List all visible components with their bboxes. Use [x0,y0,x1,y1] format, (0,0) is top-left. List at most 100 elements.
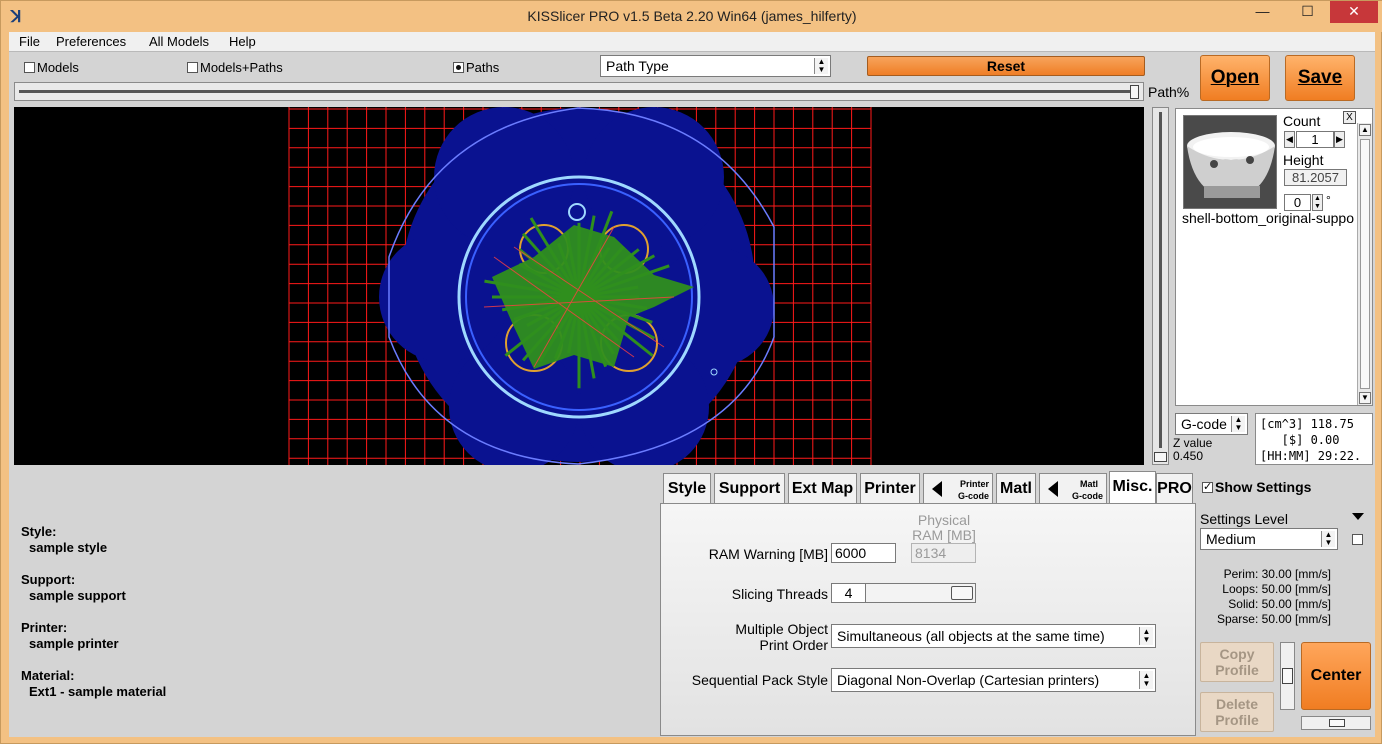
menu-help[interactable]: Help [229,34,256,49]
model-thumbnail[interactable] [1183,115,1277,209]
radio-box [24,62,35,73]
slider-thumb[interactable] [1130,85,1139,99]
copy-profile-line2: Profile [1215,662,1259,678]
print-order-select[interactable]: Simultaneous (all objects at the same ti… [831,624,1156,648]
tab-printer-gcode[interactable]: Printer G-code [923,473,993,503]
z-value-readout: Z value 0.450 [1173,437,1212,463]
path-percent-label: Path% [1148,84,1190,100]
count-field[interactable]: 1 [1296,131,1334,148]
title-bar: ꓘ KISSlicer PRO v1.5 Beta 2.20 Win64 (ja… [1,1,1382,32]
scroll-up-icon[interactable]: ▲ [1359,124,1371,136]
physical-ram-field: 8134 [911,543,976,563]
summary-material-value: Ext1 - sample material [29,684,167,699]
slicing-threads-slider[interactable] [865,583,976,603]
tab-support[interactable]: Support [714,473,785,503]
menu-preferences[interactable]: Preferences [56,34,126,49]
view-models-radio[interactable]: Models [24,60,79,75]
pack-style-value: Diagonal Non-Overlap (Cartesian printers… [837,672,1100,688]
path-percent-slider[interactable] [14,82,1144,101]
slice-preview-canvas [288,107,872,465]
tab-ext-map[interactable]: Ext Map [788,473,857,503]
slider-thumb[interactable] [1282,668,1293,684]
slider-track [19,90,1139,93]
triangle-left-icon [932,481,942,497]
save-button[interactable]: Save [1285,55,1355,101]
show-settings-label: Show Settings [1215,479,1312,495]
print-order-label-line1: Multiple Object [735,621,828,637]
physical-ram-label-line1: Physical [917,512,971,528]
rotation-field[interactable]: 0 [1284,194,1311,211]
app-window: ꓘ KISSlicer PRO v1.5 Beta 2.20 Win64 (ja… [0,0,1382,744]
delete-profile-line2: Profile [1215,712,1259,728]
updown-arrow-icon: ▲ ▼ [814,58,828,74]
tab-printer-gcode-top: Printer [959,479,989,489]
center-button[interactable]: Center [1301,642,1371,710]
show-settings-checkbox[interactable]: ✓ Show Settings [1202,479,1311,495]
rotation-spinner[interactable]: ▲ ▼ [1312,194,1323,211]
tab-printer-gcode-bottom: G-code [957,491,989,501]
z-layer-slider[interactable] [1152,107,1169,465]
tab-printer[interactable]: Printer [860,473,920,503]
client-area: File Preferences All Models Help Models … [9,32,1375,737]
print-order-value: Simultaneous (all objects at the same ti… [837,628,1105,644]
close-button[interactable]: ✕ [1330,1,1378,23]
menu-all-models[interactable]: All Models [149,34,209,49]
speed-loops: Loops: 50.00 [mm/s] [1222,582,1331,596]
height-field[interactable]: 81.2057 [1284,169,1347,186]
remove-model-button[interactable]: X [1343,111,1356,124]
tab-pro[interactable]: PRO [1156,473,1193,503]
menu-bar: File Preferences All Models Help [9,32,1375,52]
window-title: KISSlicer PRO v1.5 Beta 2.20 Win64 (jame… [527,8,857,24]
settings-level-label: Settings Level [1200,511,1288,527]
open-button[interactable]: Open [1200,55,1270,101]
slider-thumb[interactable] [1154,452,1167,462]
slider-thumb[interactable] [1329,719,1345,727]
slider-thumb[interactable] [951,586,973,600]
settings-level-checkbox[interactable] [1352,534,1363,545]
scrollbar-thumb[interactable] [1360,139,1370,389]
path-type-select[interactable]: Path Type ▲ ▼ [600,55,831,77]
reset-button[interactable]: Reset [867,56,1145,76]
view-paths-radio[interactable]: Paths [453,60,499,75]
tab-matl[interactable]: Matl [996,473,1036,503]
menu-file[interactable]: File [19,34,40,49]
profile-horizontal-slider[interactable] [1301,716,1371,730]
output-format-select[interactable]: G-code ▲ ▼ [1175,413,1248,435]
stats-cost: [$] 0.00 [1260,433,1340,447]
rotation-unit: ° [1326,193,1331,207]
pack-style-select[interactable]: Diagonal Non-Overlap (Cartesian printers… [831,668,1156,692]
slicing-threads-value[interactable]: 4 [831,583,866,603]
summary-support-label: Support: [21,572,76,587]
tab-misc[interactable]: Misc. [1109,471,1156,504]
models-scrollbar[interactable]: ▲ ▼ [1357,123,1372,405]
model-name[interactable]: shell-bottom_original-suppo [1182,210,1357,226]
maximize-button[interactable]: ☐ [1285,1,1330,23]
slider-track [1159,112,1162,448]
count-increment-button[interactable]: ▶ [1334,131,1345,148]
settings-level-select[interactable]: Medium ▲ ▼ [1200,528,1338,550]
view-paths-label: Paths [466,60,500,75]
updown-arrow-icon: ▲ ▼ [1139,627,1153,645]
summary-style-value: sample style [29,540,108,555]
output-format-value: G-code [1181,416,1227,432]
speed-perim: Perim: 30.00 [mm/s] [1223,567,1331,581]
tab-matl-gcode[interactable]: Matl G-code [1039,473,1107,503]
minimize-button[interactable]: — [1240,1,1285,23]
triangle-left-icon [1048,481,1058,497]
count-decrement-button[interactable]: ◀ [1284,131,1295,148]
updown-arrow-icon: ▲ ▼ [1139,671,1153,689]
ram-warning-input[interactable]: 6000 [831,543,896,563]
models-list-panel: Count ◀ 1 ▶ Height 81.2057 0 ▲ ▼ ° shell-… [1175,108,1373,406]
slice-viewport[interactable] [14,107,1144,465]
view-models-paths-label: Models+Paths [200,60,283,75]
triangle-down-icon[interactable] [1352,513,1364,520]
profile-vertical-slider[interactable] [1280,642,1295,710]
height-label: Height [1283,152,1324,168]
tab-style[interactable]: Style [663,473,711,503]
scroll-down-icon[interactable]: ▼ [1359,392,1371,404]
summary-material-label: Material: [21,668,75,683]
copy-profile-line1: Copy [1219,646,1255,662]
print-stats: [cm^3] 118.75 [$] 0.00 [HH:MM] 29:22. [1255,413,1373,465]
copy-profile-button: Copy Profile [1200,642,1274,682]
view-models-paths-radio[interactable]: Models+Paths [187,60,283,75]
